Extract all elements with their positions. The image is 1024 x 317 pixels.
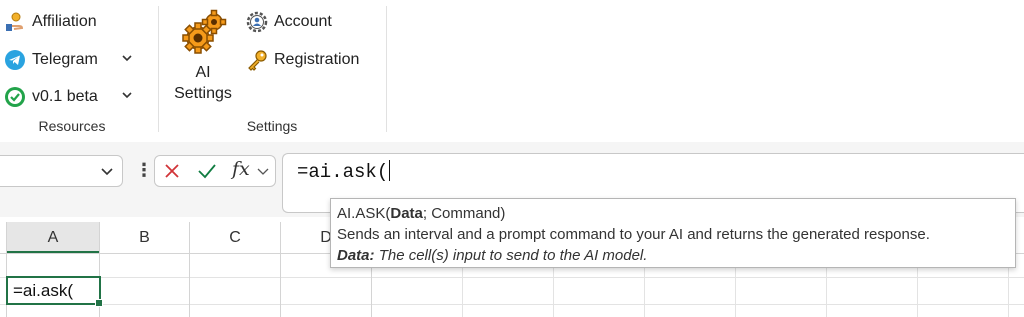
function-tooltip: AI.ASK(Data; Command) Sends an interval … (330, 198, 1016, 268)
chevron-down-icon (121, 51, 133, 69)
beta-dropdown[interactable] (121, 88, 133, 106)
function-name[interactable]: AI.ASK( (337, 205, 390, 222)
remaining-arguments: ; Command) (422, 205, 506, 222)
settings-group-label: Settings (246, 118, 298, 134)
chevron-down-icon (121, 88, 133, 106)
formula-text: =ai.ask( (297, 161, 389, 183)
account-gear-icon (246, 11, 268, 33)
fx-icon[interactable]: fx (232, 158, 250, 180)
formula-controls: fx (154, 155, 276, 187)
account-button[interactable]: Account (246, 11, 332, 33)
text-caret (389, 160, 391, 181)
check-icon[interactable] (197, 162, 217, 185)
registration-button[interactable]: Registration (246, 49, 359, 71)
ai-settings-label-line1: AI (195, 64, 211, 81)
name-box[interactable] (0, 155, 123, 187)
ai-settings-button[interactable]: AI Settings (168, 6, 238, 106)
function-description: Sends an interval and a prompt command t… (337, 226, 930, 243)
function-signature: AI.ASK(Data; Command) (337, 203, 1009, 224)
affiliation-icon (4, 11, 26, 33)
x-icon[interactable] (163, 162, 181, 185)
column-header-b[interactable]: B (100, 222, 189, 253)
affiliation-label: Affiliation (32, 13, 97, 30)
telegram-dropdown[interactable] (121, 51, 133, 69)
account-label: Account (274, 13, 332, 30)
column-header-a[interactable]: A (7, 222, 99, 253)
active-cell[interactable]: =ai.ask( (6, 276, 103, 307)
resources-group-label: Resources (38, 118, 106, 134)
column-header-c[interactable]: C (190, 222, 280, 253)
group-divider (158, 6, 159, 132)
check-circle-icon (4, 86, 26, 108)
argument-description: The cell(s) input to send to the AI mode… (378, 247, 648, 264)
gears-icon (178, 8, 228, 58)
telegram-icon (4, 49, 26, 71)
chevron-down-icon[interactable] (257, 165, 269, 183)
group-divider (386, 6, 387, 132)
more-options-icon[interactable]: ⋮ (135, 160, 153, 181)
registration-label: Registration (274, 51, 360, 68)
beta-label: v0.1 beta (32, 88, 98, 105)
chevron-down-icon[interactable] (100, 165, 114, 183)
telegram-label: Telegram (32, 51, 98, 68)
active-argument[interactable]: Data (390, 205, 423, 222)
affiliation-button[interactable]: Affiliation (4, 11, 97, 33)
key-icon (246, 49, 268, 71)
active-cell-text: =ai.ask( (13, 281, 73, 300)
beta-button[interactable]: v0.1 beta (4, 86, 98, 108)
fill-handle[interactable] (95, 299, 103, 307)
telegram-button[interactable]: Telegram (4, 49, 98, 71)
ribbon: Affiliation Telegram v0.1 beta Resources… (0, 0, 1024, 142)
argument-name: Data: (337, 247, 375, 264)
argument-help: Data: The cell(s) input to send to the A… (337, 245, 1009, 266)
ai-settings-label-line2: Settings (174, 85, 232, 102)
